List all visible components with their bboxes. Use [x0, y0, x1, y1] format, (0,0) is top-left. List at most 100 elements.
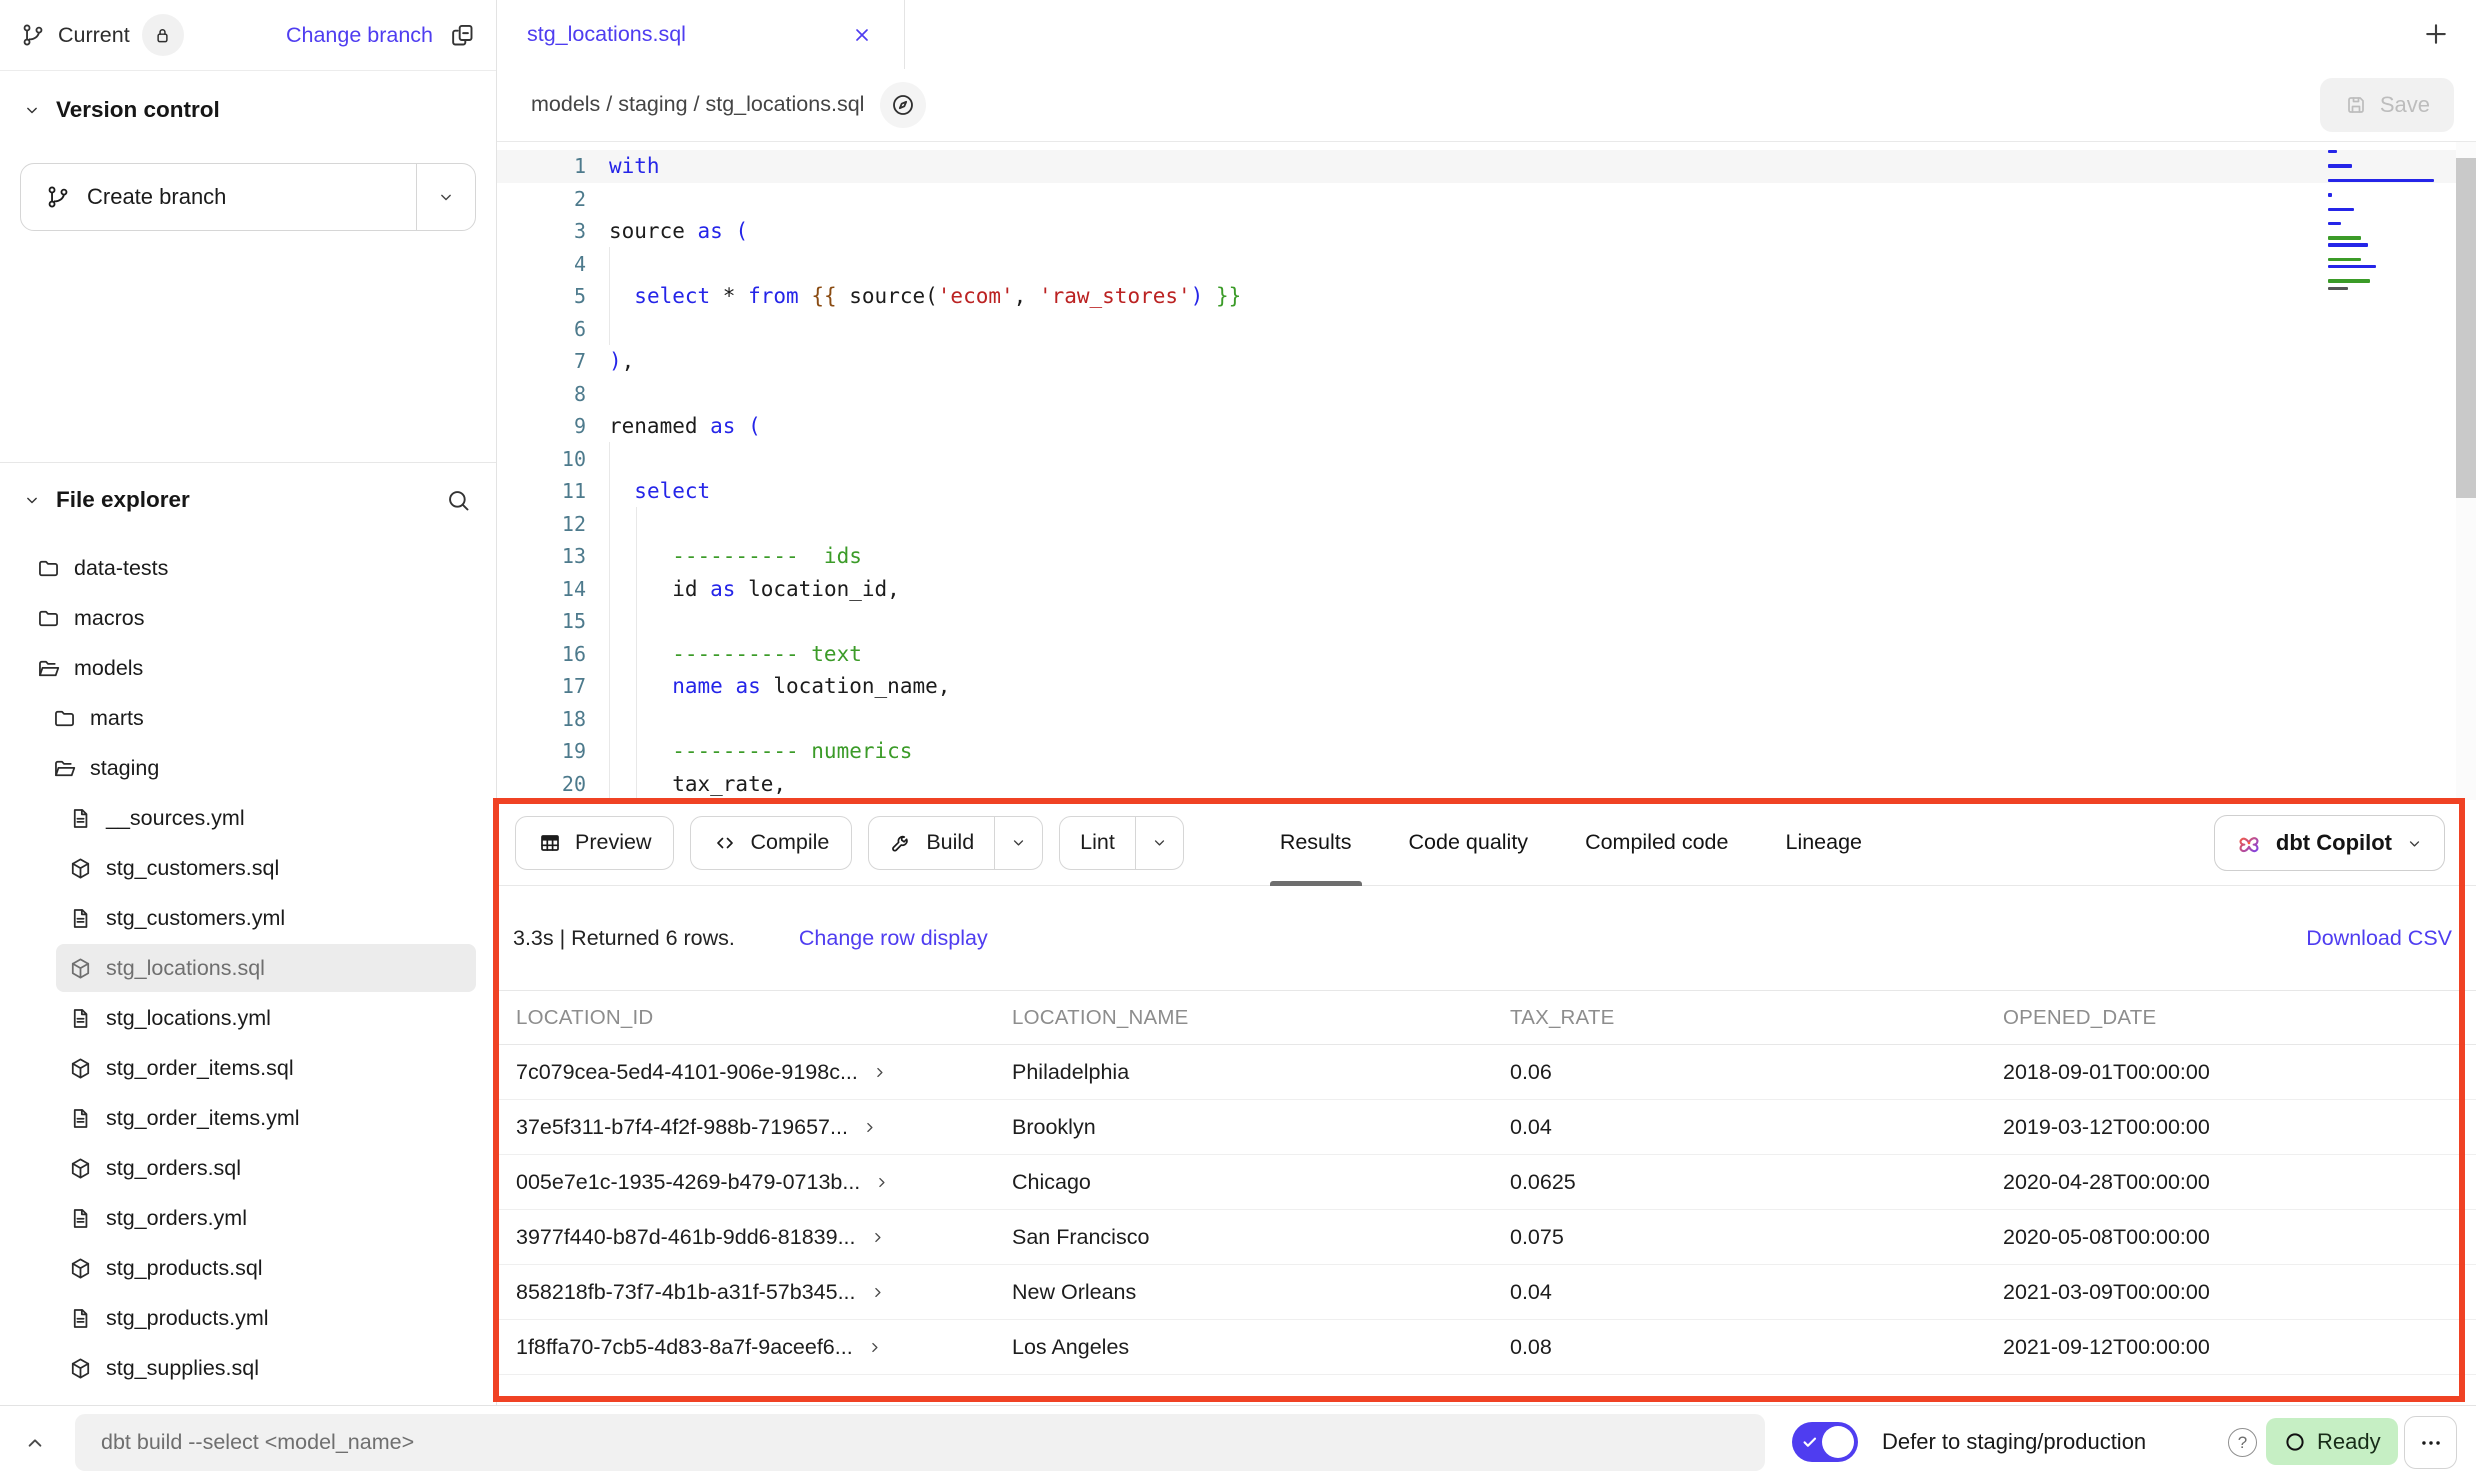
- save-label: Save: [2380, 92, 2430, 118]
- code-line-10: 10: [497, 443, 2476, 476]
- table-row[interactable]: 005e7e1c-1935-4269-b479-0713b...Chicago0…: [497, 1155, 2476, 1210]
- close-icon[interactable]: [850, 23, 874, 47]
- file-item-__sources.yml[interactable]: __sources.yml: [0, 793, 496, 843]
- file-explorer-header[interactable]: File explorer: [0, 463, 496, 537]
- tab-label: stg_locations.sql: [527, 22, 686, 47]
- lint-menu-button[interactable]: [1136, 817, 1183, 869]
- expand-row-icon[interactable]: [872, 1173, 891, 1192]
- file-item-marts[interactable]: marts: [0, 693, 496, 743]
- line-number: 7: [497, 349, 601, 373]
- code-lines: 1with2 3source as (4 5 select * from {{ …: [497, 142, 2476, 800]
- line-number: 11: [497, 479, 601, 503]
- code-line-11: 11 select: [497, 475, 2476, 508]
- change-row-display-link[interactable]: Change row display: [799, 926, 988, 951]
- table-row[interactable]: 37e5f311-b7f4-4f2f-988b-719657...Brookly…: [497, 1100, 2476, 1155]
- minimap[interactable]: [2328, 150, 2448, 294]
- chevron-up-icon[interactable]: [22, 1430, 48, 1456]
- file-item-label: stg_orders.sql: [106, 1156, 241, 1181]
- defer-toggle[interactable]: [1792, 1422, 1858, 1462]
- code-line-19: 19 ---------- numerics: [497, 735, 2476, 768]
- change-branch-link[interactable]: Change branch: [286, 23, 433, 48]
- cell-tax-rate: 0.08: [1510, 1335, 2003, 1360]
- file-item-stg_customers.sql[interactable]: stg_customers.sql: [0, 843, 496, 893]
- tab-lineage[interactable]: Lineage: [1785, 800, 1862, 885]
- build-button[interactable]: Build: [869, 817, 994, 869]
- file-item-stg_order_items.yml[interactable]: stg_order_items.yml: [0, 1093, 496, 1143]
- line-number: 6: [497, 317, 601, 341]
- expand-row-icon[interactable]: [860, 1118, 879, 1137]
- file-item-models[interactable]: models: [0, 643, 496, 693]
- dbt-copilot-button[interactable]: dbt Copilot: [2214, 815, 2445, 871]
- ellipsis-icon: [2418, 1430, 2444, 1456]
- file-item-stg_customers.yml[interactable]: stg_customers.yml: [0, 893, 496, 943]
- folder-icon: [36, 556, 61, 581]
- file-item-stg_locations.sql[interactable]: stg_locations.sql: [0, 943, 496, 993]
- lineage-compass-button[interactable]: [880, 82, 926, 128]
- cell-location-name: Philadelphia: [1012, 1060, 1510, 1085]
- version-control-header[interactable]: Version control: [0, 71, 496, 149]
- file-icon: [68, 906, 93, 931]
- table-row[interactable]: 7c079cea-5ed4-4101-906e-9198c...Philadel…: [497, 1045, 2476, 1100]
- tab-results[interactable]: Results: [1280, 800, 1352, 885]
- cell-opened-date: 2020-05-08T00:00:00: [2003, 1225, 2476, 1250]
- file-item-staging[interactable]: staging: [0, 743, 496, 793]
- expand-row-icon[interactable]: [868, 1228, 887, 1247]
- file-item-stg_supplies.sql[interactable]: stg_supplies.sql: [0, 1343, 496, 1393]
- wrench-icon: [889, 831, 913, 855]
- table-row[interactable]: 858218fb-73f7-4b1b-a31f-57b345...New Orl…: [497, 1265, 2476, 1320]
- file-item-stg_orders.sql[interactable]: stg_orders.sql: [0, 1143, 496, 1193]
- status-bar: dbt build --select <model_name> Defer to…: [0, 1405, 2476, 1478]
- file-item-stg_products.yml[interactable]: stg_products.yml: [0, 1293, 496, 1343]
- copy-icon[interactable]: [449, 22, 476, 49]
- lint-button[interactable]: Lint: [1060, 817, 1135, 869]
- search-icon[interactable]: [445, 487, 472, 514]
- new-tab-button[interactable]: [2414, 12, 2458, 56]
- expand-row-icon[interactable]: [870, 1063, 889, 1082]
- sidebar: Current Change branch Version control Cr…: [0, 0, 497, 1405]
- file-item-stg_orders.yml[interactable]: stg_orders.yml: [0, 1193, 496, 1243]
- file-item-macros[interactable]: macros: [0, 593, 496, 643]
- line-number: 2: [497, 187, 601, 211]
- file-item-stg_order_items.sql[interactable]: stg_order_items.sql: [0, 1043, 496, 1093]
- tab-stg-locations-sql[interactable]: stg_locations.sql: [497, 0, 905, 69]
- file-item-stg_products.sql[interactable]: stg_products.sql: [0, 1243, 496, 1293]
- file-item-data-tests[interactable]: data-tests: [0, 543, 496, 593]
- file-item-stg_locations.yml[interactable]: stg_locations.yml: [0, 993, 496, 1043]
- help-icon[interactable]: ?: [2228, 1428, 2257, 1457]
- model-icon: [68, 1056, 93, 1081]
- dbt-copilot-icon: [2235, 829, 2263, 857]
- create-branch-menu-button[interactable]: [417, 164, 475, 230]
- download-csv-link[interactable]: Download CSV: [2306, 926, 2452, 951]
- compile-button[interactable]: Compile: [690, 816, 852, 870]
- panel-header: Preview Compile Build Lint: [497, 800, 2476, 886]
- tab-code-quality[interactable]: Code quality: [1409, 800, 1529, 885]
- code-line-14: 14 id as location_id,: [497, 573, 2476, 606]
- expand-row-icon[interactable]: [865, 1338, 884, 1357]
- command-input[interactable]: dbt build --select <model_name>: [75, 1414, 1765, 1471]
- current-branch-label: Current: [58, 23, 130, 48]
- file-item-label: staging: [90, 756, 159, 781]
- file-icon: [68, 1206, 93, 1231]
- editor-scrollbar-thumb[interactable]: [2456, 158, 2476, 498]
- file-icon: [68, 1306, 93, 1331]
- code-line-4: 4: [497, 248, 2476, 281]
- code-line-12: 12: [497, 508, 2476, 541]
- cell-location-id: 1f8ffa70-7cb5-4d83-8a7f-9aceef6...: [516, 1335, 853, 1360]
- preview-button[interactable]: Preview: [515, 816, 674, 870]
- create-branch-button[interactable]: Create branch: [20, 163, 476, 231]
- file-item-label: stg_products.sql: [106, 1256, 263, 1281]
- tab-compiled-code[interactable]: Compiled code: [1585, 800, 1728, 885]
- build-menu-button[interactable]: [995, 817, 1042, 869]
- cell-location-id: 3977f440-b87d-461b-9dd6-81839...: [516, 1225, 856, 1250]
- more-options-button[interactable]: [2404, 1416, 2457, 1469]
- table-row[interactable]: 3977f440-b87d-461b-9dd6-81839...San Fran…: [497, 1210, 2476, 1265]
- code-line-7: 7),: [497, 345, 2476, 378]
- check-icon: [1800, 1432, 1820, 1452]
- code-editor[interactable]: 1with2 3source as (4 5 select * from {{ …: [497, 142, 2476, 800]
- expand-row-icon[interactable]: [868, 1283, 887, 1302]
- file-item-label: __sources.yml: [106, 806, 245, 831]
- table-row[interactable]: 1f8ffa70-7cb5-4d83-8a7f-9aceef6...Los An…: [497, 1320, 2476, 1375]
- line-number: 3: [497, 219, 601, 243]
- status-ready-badge[interactable]: Ready: [2266, 1418, 2398, 1465]
- save-button[interactable]: Save: [2320, 78, 2454, 132]
